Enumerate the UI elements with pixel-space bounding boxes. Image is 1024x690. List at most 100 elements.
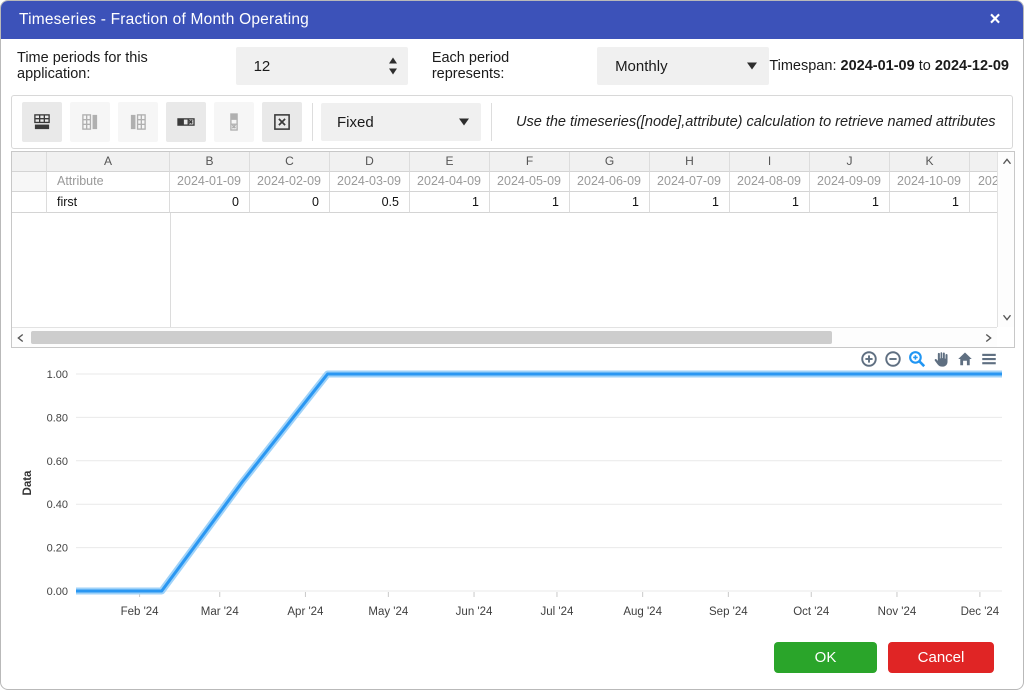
add-row-button[interactable] (22, 102, 62, 142)
row-header-cell[interactable] (12, 172, 47, 192)
zoom-out-button[interactable] (883, 349, 903, 369)
zoom-in-button[interactable] (859, 349, 879, 369)
grid-value-cell[interactable]: 1 (890, 192, 970, 213)
svg-text:Nov '24: Nov '24 (878, 606, 917, 618)
date-header-cell[interactable]: 2024-03-09 (330, 172, 410, 192)
date-header-cell[interactable]: 2024-05-09 (490, 172, 570, 192)
date-header-cell[interactable]: 2024-06-09 (570, 172, 650, 192)
spinner-up-icon[interactable] (388, 57, 397, 64)
svg-text:May '24: May '24 (368, 606, 409, 618)
spinner-arrows[interactable] (388, 57, 397, 75)
svg-text:Feb '24: Feb '24 (121, 606, 160, 618)
column-header-B[interactable]: B (170, 152, 250, 172)
zoom-in-icon (861, 351, 877, 367)
attribute-name-cell[interactable]: first (47, 192, 170, 213)
value-mode-select[interactable]: Fixed (321, 103, 481, 141)
scroll-down-icon[interactable] (999, 309, 1014, 325)
attribute-grid: ABCDEFGHIJKL Attribute2024-01-092024-02-… (11, 151, 1015, 348)
dialog-header: Timeseries - Fraction of Month Operating… (1, 1, 1023, 39)
grid-value-cell[interactable]: 1 (970, 192, 997, 213)
spinner-down-icon[interactable] (388, 68, 397, 75)
add-row-icon (34, 114, 50, 130)
add-column-after-button (70, 102, 110, 142)
grid-value-cell[interactable]: 1 (730, 192, 810, 213)
toolbar-divider (491, 103, 492, 141)
timeseries-chart[interactable]: 0.00 0.20 0.40 0.60 0.80 1.00 Feb '24 Mar '24 Ap… (9, 367, 1017, 629)
date-header-cell[interactable]: 2024-01-09 (170, 172, 250, 192)
grid-column-letters: ABCDEFGHIJKL (12, 152, 997, 172)
svg-text:Oct '24: Oct '24 (793, 606, 830, 618)
vertical-scrollbar[interactable] (997, 152, 1014, 327)
zoom-out-icon (885, 351, 901, 367)
delete-column-button (214, 102, 254, 142)
grid-corner-cell[interactable] (12, 152, 47, 172)
grid-content: ABCDEFGHIJKL Attribute2024-01-092024-02-… (12, 152, 997, 327)
svg-text:0.60: 0.60 (47, 456, 68, 468)
column-header-D[interactable]: D (330, 152, 410, 172)
column-header-A[interactable]: A (47, 152, 170, 172)
svg-text:Mar '24: Mar '24 (201, 606, 240, 618)
date-header-cell[interactable]: 2024-09-09 (810, 172, 890, 192)
grid-empty-body (12, 213, 997, 327)
svg-text:Jun '24: Jun '24 (456, 606, 493, 618)
column-header-F[interactable]: F (490, 152, 570, 172)
column-header-E[interactable]: E (410, 152, 490, 172)
ok-button[interactable]: OK (774, 642, 877, 673)
column-header-C[interactable]: C (250, 152, 330, 172)
column-header-J[interactable]: J (810, 152, 890, 172)
close-icon[interactable]: × (981, 6, 1009, 34)
date-header-cell[interactable]: 2024-07-09 (650, 172, 730, 192)
svg-text:0.40: 0.40 (47, 499, 68, 511)
grid-value-cell[interactable]: 0.5 (330, 192, 410, 213)
reset-axes-button[interactable] (955, 349, 975, 369)
date-header-cell[interactable]: 2024-02-09 (250, 172, 330, 192)
svg-text:Sep '24: Sep '24 (709, 606, 748, 618)
attribute-header-cell[interactable]: Attribute (47, 172, 170, 192)
add-column-after-icon (82, 114, 98, 130)
box-zoom-icon (909, 351, 926, 368)
date-header-cell[interactable]: 2024-11-09 (970, 172, 997, 192)
scroll-up-icon[interactable] (999, 154, 1014, 170)
row-header-cell[interactable] (12, 192, 47, 213)
period-represents-select[interactable]: Monthly (597, 47, 770, 85)
date-header-cell[interactable]: 2024-04-09 (410, 172, 490, 192)
scroll-right-icon[interactable] (980, 330, 996, 346)
date-header-cell[interactable]: 2024-10-09 (890, 172, 970, 192)
chart-modebar (859, 349, 999, 369)
column-header-L[interactable]: L (970, 152, 997, 172)
delete-row-button[interactable] (166, 102, 206, 142)
timespan-text: Timespan: 2024-01-09 to 2024-12-09 (769, 58, 1009, 74)
column-header-I[interactable]: I (730, 152, 810, 172)
column-header-K[interactable]: K (890, 152, 970, 172)
box-zoom-button[interactable] (907, 349, 927, 369)
scrollbar-thumb[interactable] (31, 331, 832, 344)
cancel-button[interactable]: Cancel (888, 642, 994, 673)
column-header-H[interactable]: H (650, 152, 730, 172)
period-represents-value: Monthly (615, 57, 668, 75)
clear-table-button[interactable] (262, 102, 302, 142)
grid-date-header-row: Attribute 2024-01-09 2024-02-09 2024-03-09 2… (12, 172, 997, 192)
pan-button[interactable] (931, 349, 951, 369)
timespan-start: 2024-01-09 (840, 58, 915, 74)
time-periods-input[interactable]: 12 (235, 47, 408, 85)
date-header-cell[interactable]: 2024-08-09 (730, 172, 810, 192)
column-header-G[interactable]: G (570, 152, 650, 172)
grid-value-cell[interactable]: 1 (810, 192, 890, 213)
menu-icon (982, 353, 996, 365)
grid-value-cell[interactable]: 0 (250, 192, 330, 213)
scroll-left-icon[interactable] (13, 330, 29, 346)
grid-value-cell[interactable]: 0 (170, 192, 250, 213)
svg-text:Jul '24: Jul '24 (541, 606, 574, 618)
horizontal-scrollbar[interactable] (12, 327, 997, 347)
svg-text:Data: Data (22, 470, 34, 496)
svg-text:1.00: 1.00 (47, 369, 68, 381)
grid-value-cell[interactable]: 1 (570, 192, 650, 213)
svg-text:Aug '24: Aug '24 (623, 606, 662, 618)
menu-button[interactable] (979, 349, 999, 369)
grid-data-row: first000.511111111 (12, 192, 997, 213)
grid-value-cell[interactable]: 1 (650, 192, 730, 213)
delete-row-icon (177, 118, 195, 126)
grid-value-cell[interactable]: 1 (490, 192, 570, 213)
time-periods-value: 12 (253, 57, 271, 75)
grid-value-cell[interactable]: 1 (410, 192, 490, 213)
